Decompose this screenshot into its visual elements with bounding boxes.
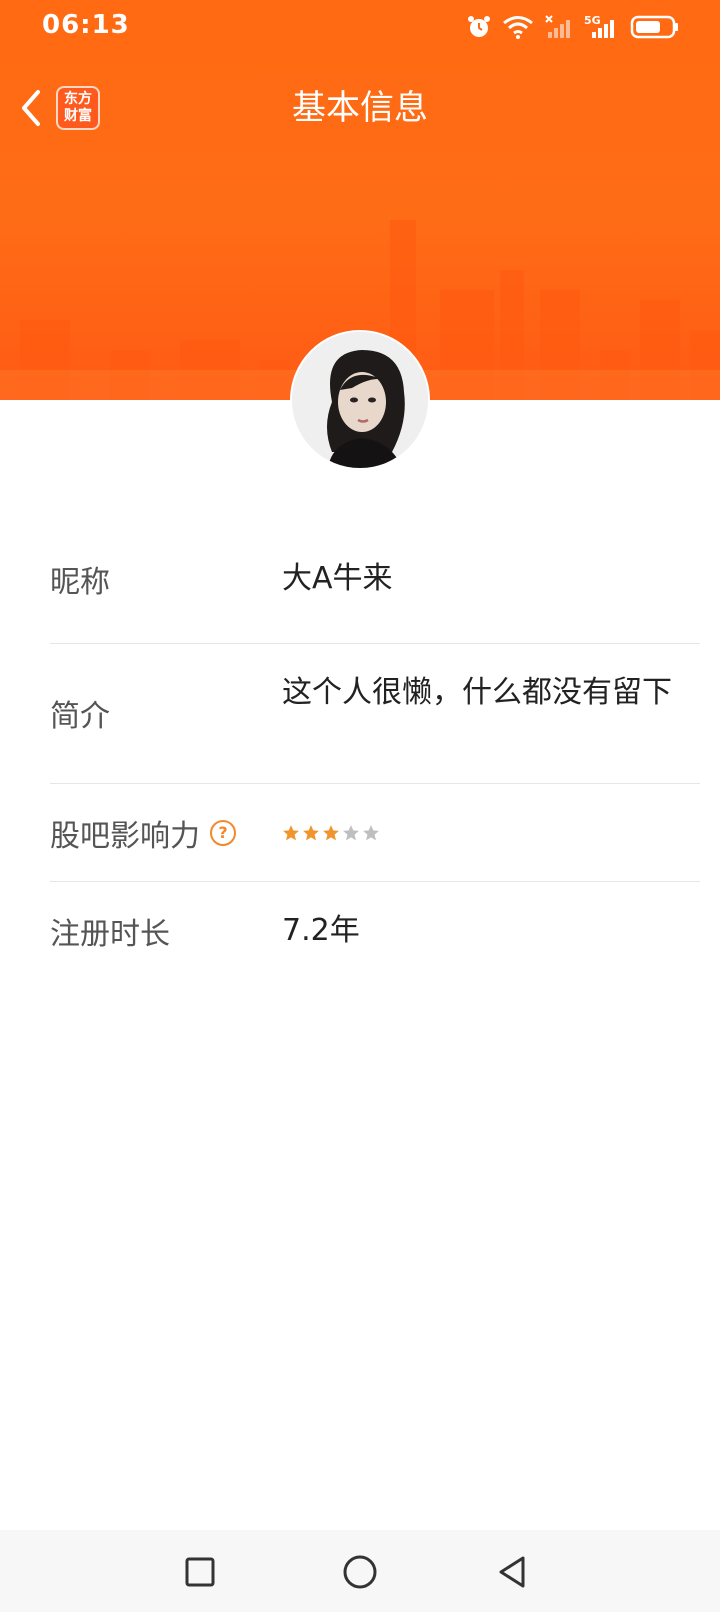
star-empty-icon	[343, 825, 359, 841]
back-triangle-icon	[499, 1556, 525, 1588]
recents-button[interactable]	[178, 1550, 222, 1594]
star-empty-icon	[363, 825, 379, 841]
back-button[interactable]	[14, 84, 46, 132]
status-icons: 5G	[466, 12, 680, 42]
star-filled-icon	[323, 825, 339, 841]
back-nav-button[interactable]	[490, 1550, 534, 1594]
avatar-photo	[292, 332, 428, 468]
home-button[interactable]	[338, 1550, 382, 1594]
influence-label: 股吧影响力	[50, 819, 200, 854]
system-nav-bar	[0, 1530, 720, 1612]
star-filled-icon	[303, 825, 319, 841]
home-circle-icon	[343, 1555, 377, 1589]
alarm-icon	[468, 16, 490, 37]
wifi-icon	[503, 16, 533, 39]
bio-label: 简介	[50, 699, 110, 734]
nickname-value: 大A牛来	[282, 561, 393, 596]
influence-value	[282, 812, 700, 854]
info-row-bio: 简介 这个人很懒，什么都没有留下	[50, 644, 700, 784]
bio-value: 这个人很懒，什么都没有留下	[282, 675, 672, 710]
signal-5g-icon: 5G	[584, 14, 614, 38]
signal-no-sim-icon	[545, 15, 570, 38]
star-filled-icon	[283, 825, 299, 841]
user-avatar[interactable]	[290, 330, 430, 470]
chevron-left-icon	[22, 90, 40, 126]
nickname-label: 昵称	[50, 565, 110, 600]
battery-icon	[630, 15, 678, 39]
status-bar: 06:13 5G	[0, 0, 720, 56]
registered-label: 注册时长	[50, 917, 170, 952]
status-time: 06:13	[42, 10, 130, 40]
influence-label-wrap: 股吧影响力 ?	[50, 808, 282, 858]
page-title: 基本信息	[292, 88, 428, 128]
info-row-influence: 股吧影响力 ?	[50, 784, 700, 882]
eastmoney-logo[interactable]: 东方 财富	[56, 86, 100, 130]
logo-text-bottom: 财富	[64, 108, 92, 124]
network-type-label: 5G	[584, 14, 601, 27]
recents-square-icon	[185, 1557, 215, 1587]
question-circle-icon[interactable]: ?	[210, 820, 236, 846]
profile-info-list: 昵称 大A牛来 简介 这个人很懒，什么都没有留下 股吧影响力 ? 注册时长 7.…	[50, 552, 700, 982]
info-row-nickname: 昵称 大A牛来	[50, 552, 700, 644]
logo-text-top: 东方	[64, 91, 92, 107]
influence-stars	[282, 812, 676, 854]
registered-value: 7.2年	[282, 913, 360, 948]
profile-info-page: 06:13 5G 东方 财富 基本信息 昵称 大A牛来 简介 这个人很懒，什么都…	[0, 0, 720, 1612]
info-row-registered: 注册时长 7.2年	[50, 882, 700, 982]
